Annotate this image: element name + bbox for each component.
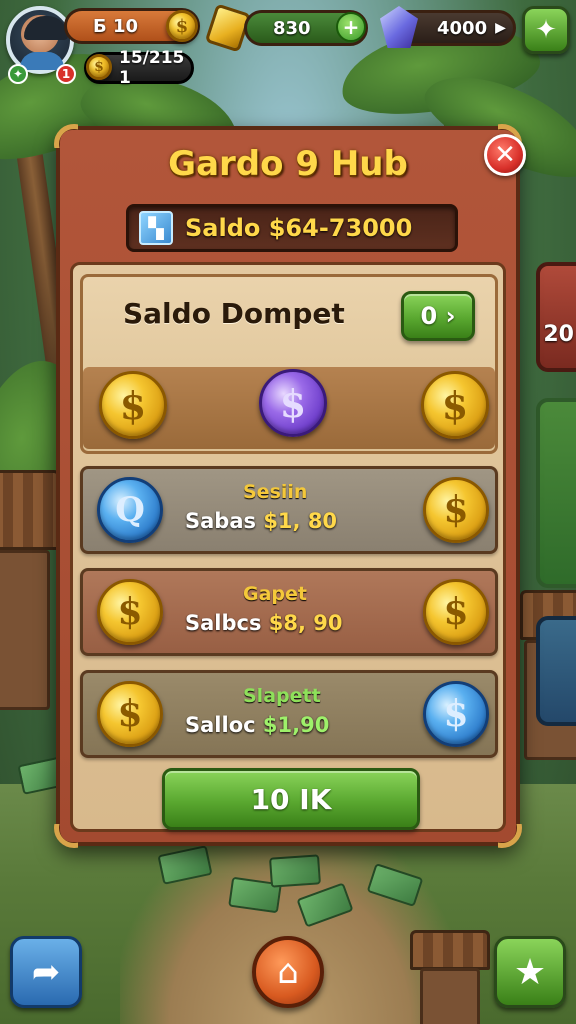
back-arrow-icon: ➦: [31, 952, 61, 992]
top-hud: ✦ 1 Б 10 $ 15/215 1 $ 830 + 4000 ▶ ✦: [0, 0, 576, 100]
gold-coin-icon: $: [423, 579, 489, 645]
list-item[interactable]: $ Slapett Salloc $1,90 $: [80, 670, 498, 758]
row-title: Gapet: [243, 583, 307, 605]
wallet-value: 15/215 1: [119, 48, 185, 88]
home-button[interactable]: ⌂: [252, 936, 324, 1008]
side-panel-blue[interactable]: [536, 616, 576, 726]
row-title: Sesiin: [243, 481, 308, 503]
star-icon: ✦: [535, 15, 557, 45]
favorite-button[interactable]: ★: [494, 936, 566, 1008]
list-item[interactable]: $ Gapet Salbcs $8, 90 $: [80, 568, 498, 656]
gold-coin-icon: $: [97, 579, 163, 645]
balance-bar: ▚ Saldo $64-73000: [126, 204, 458, 252]
dompet-button[interactable]: 0 ›: [401, 291, 475, 341]
notification-badge: 1: [56, 64, 76, 84]
star-icon: ★: [513, 951, 547, 993]
list-item[interactable]: Q Sesiin Sabas $1, 80 $: [80, 466, 498, 554]
level-coin-icon: $: [166, 10, 198, 42]
row-amount: Sabas $1, 80: [185, 509, 338, 533]
settings-star-button[interactable]: ✦: [522, 6, 570, 54]
gems-value: 4000: [437, 17, 488, 39]
balance-text: Saldo $64-73000: [185, 214, 413, 242]
purple-coin-icon: $: [259, 369, 327, 437]
gems-arrow-icon: ▶: [495, 20, 506, 36]
wallet-coin-icon: $: [86, 54, 112, 80]
avatar-level-badge: ✦: [8, 64, 28, 84]
gold-coin-icon: $: [99, 371, 167, 439]
row-amount: Salbcs $8, 90: [185, 611, 343, 635]
level-value: Б 10: [93, 15, 139, 37]
add-energy-button[interactable]: +: [336, 12, 366, 42]
coin-tray: $ $ $: [83, 367, 495, 449]
gold-coin-icon: $: [423, 477, 489, 543]
close-icon: ✕: [494, 140, 516, 170]
blue-coin-icon: $: [423, 681, 489, 747]
gold-coin-icon: $: [97, 681, 163, 747]
panel-title: Gardo 9 Hub: [168, 144, 408, 184]
hub-panel: Gardo 9 Hub ✕ ▚ Saldo $64-73000 Saldo Do…: [54, 124, 526, 846]
energy-value: 830: [273, 17, 311, 39]
ok-button[interactable]: 10 IK: [162, 768, 420, 830]
home-icon: ⌂: [277, 952, 299, 992]
dompet-box: Saldo Dompet 0 › $ $ $: [80, 274, 498, 454]
side-panel-label: 20: [543, 322, 574, 347]
balance-card-icon: ▚: [139, 211, 173, 245]
back-button[interactable]: ➦: [10, 936, 82, 1008]
side-panel-green[interactable]: [536, 398, 576, 588]
dompet-title: Saldo Dompet: [123, 297, 345, 330]
gold-coin-icon: $: [421, 371, 489, 439]
close-button[interactable]: ✕: [484, 134, 526, 176]
row-title: Slapett: [243, 685, 321, 707]
search-coin-icon: Q: [97, 477, 163, 543]
row-amount: Salloc $1,90: [185, 713, 330, 737]
